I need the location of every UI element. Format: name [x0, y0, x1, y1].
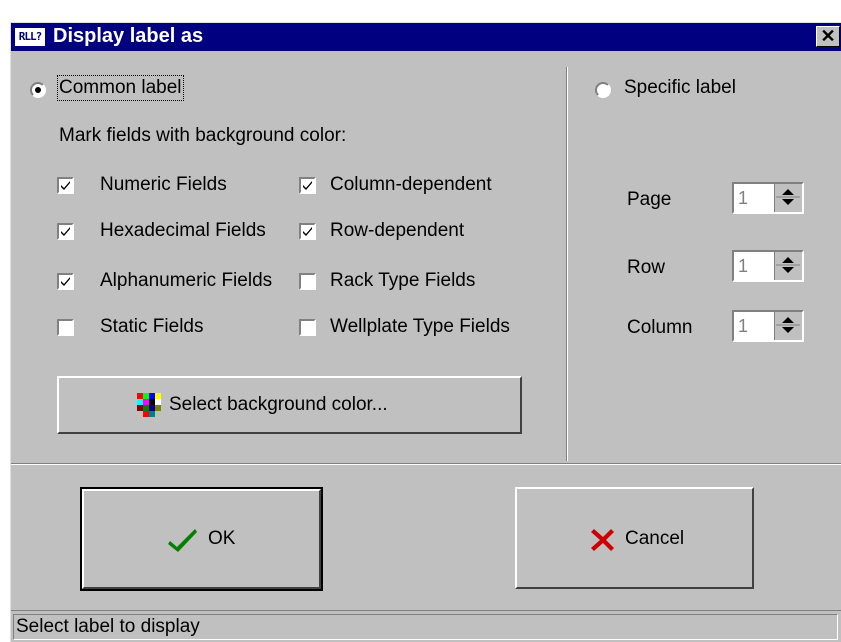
section-divider [566, 67, 568, 461]
select-background-color-button[interactable]: Select background color... [57, 376, 522, 434]
status-panel: Select label to display [13, 614, 838, 640]
row-dependent-checkbox[interactable] [299, 223, 316, 240]
row-spinner[interactable]: 1 [732, 250, 804, 282]
rack-type-fields-label[interactable]: Rack Type Fields [330, 270, 475, 292]
checkmark-icon [61, 277, 70, 286]
radio-selected-dot [35, 87, 41, 93]
checkmark-icon [303, 227, 312, 236]
checkmark-icon [303, 181, 312, 190]
specific-label-text[interactable]: Specific label [624, 77, 736, 99]
row-spinner-arrows[interactable] [774, 252, 802, 280]
row-value[interactable]: 1 [738, 256, 748, 277]
title-bar[interactable]: RLL? Display label as ✕ [11, 23, 841, 51]
dialog-window: RLL? Display label as ✕ Common label Mar… [10, 22, 841, 642]
column-label: Column [627, 317, 693, 338]
cancel-x-icon [591, 529, 614, 551]
checkmark-icon [168, 529, 197, 552]
app-icon: RLL? [15, 28, 45, 46]
common-label-text[interactable]: Common label [57, 75, 184, 101]
hexadecimal-fields-label[interactable]: Hexadecimal Fields [100, 220, 266, 242]
up-down-arrow-icon [776, 189, 800, 205]
numeric-fields-checkbox[interactable] [57, 177, 74, 194]
color-palette-icon [137, 393, 161, 417]
ok-label: OK [208, 528, 236, 549]
specific-label-radio[interactable] [595, 82, 611, 98]
rack-type-fields-checkbox[interactable] [299, 273, 316, 290]
window-title: Display label as [53, 25, 204, 47]
checkmark-icon [61, 227, 70, 236]
column-dependent-checkbox[interactable] [299, 177, 316, 194]
up-down-arrow-icon [776, 317, 800, 333]
select-background-color-label: Select background color... [169, 394, 388, 415]
column-value[interactable]: 1 [738, 316, 748, 337]
page-value[interactable]: 1 [738, 188, 748, 209]
row-label: Row [627, 257, 666, 278]
wellplate-type-fields-checkbox[interactable] [299, 319, 316, 336]
alphanumeric-fields-label[interactable]: Alphanumeric Fields [100, 270, 272, 292]
cancel-button[interactable]: Cancel [515, 487, 754, 589]
static-fields-checkbox[interactable] [57, 319, 74, 336]
status-text: Select label to display [16, 616, 200, 637]
page-label: Page [627, 189, 672, 210]
common-label-radio[interactable] [30, 82, 46, 98]
close-button[interactable]: ✕ [816, 26, 840, 47]
column-spinner[interactable]: 1 [732, 310, 804, 342]
ok-button[interactable]: OK [80, 487, 323, 591]
page-spinner-arrows[interactable] [774, 184, 802, 212]
button-area-divider [11, 463, 841, 465]
static-fields-label[interactable]: Static Fields [100, 316, 203, 338]
page-spinner[interactable]: 1 [732, 182, 804, 214]
mark-fields-heading: Mark fields with background color: [59, 125, 347, 146]
hexadecimal-fields-checkbox[interactable] [57, 223, 74, 240]
wellplate-type-fields-label[interactable]: Wellplate Type Fields [330, 316, 510, 338]
checkmark-icon [61, 181, 70, 190]
up-down-arrow-icon [776, 257, 800, 273]
alphanumeric-fields-checkbox[interactable] [57, 273, 74, 290]
column-dependent-label[interactable]: Column-dependent [330, 174, 492, 196]
numeric-fields-label[interactable]: Numeric Fields [100, 174, 227, 196]
cancel-label: Cancel [625, 528, 685, 549]
status-bar: Select label to display [11, 610, 841, 642]
row-dependent-label[interactable]: Row-dependent [330, 220, 464, 242]
column-spinner-arrows[interactable] [774, 312, 802, 340]
close-icon: ✕ [820, 26, 836, 46]
